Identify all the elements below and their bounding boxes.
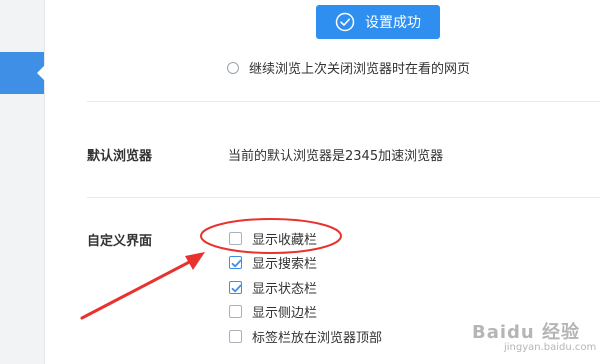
annotation-arrow-shaft — [80, 256, 199, 320]
baidu-jingyan-watermark: Baidu 经验 jingyan.baidu.com — [472, 322, 597, 353]
annotation-overlay — [80, 218, 342, 320]
highlight-ellipse — [200, 218, 342, 254]
annotation-arrow-head — [185, 252, 205, 270]
